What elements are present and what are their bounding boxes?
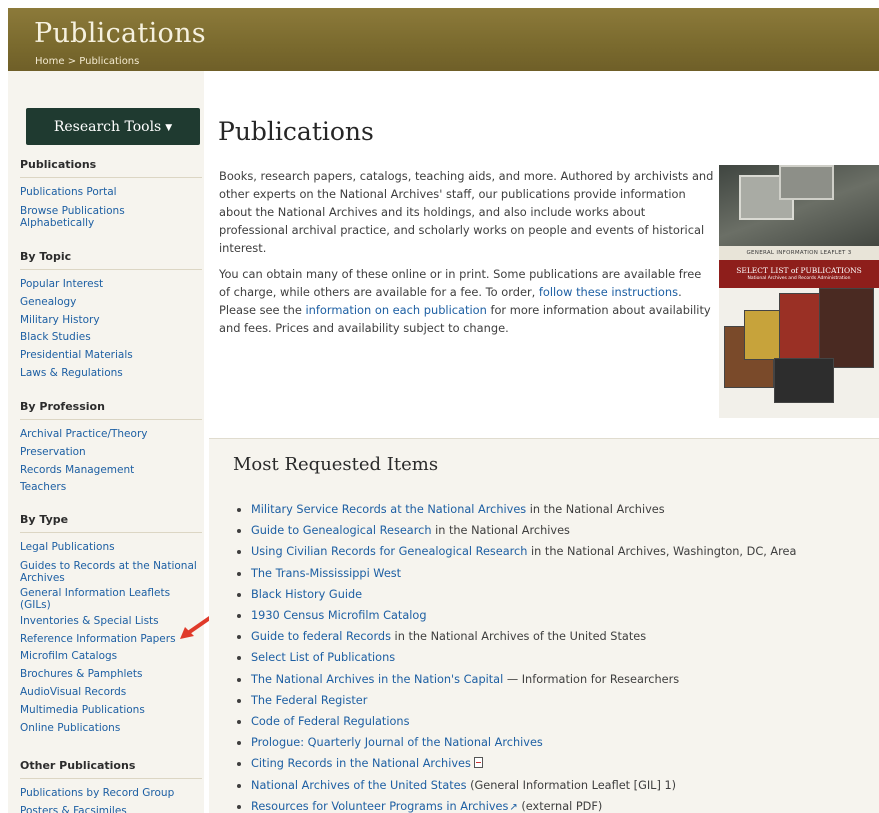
most-requested-link[interactable]: Prologue: Quarterly Journal of the Natio… xyxy=(251,736,543,749)
caret-down-icon: ▼ xyxy=(165,122,173,133)
sidebar-section-by-profession: By Profession Archival Practice/Theory P… xyxy=(20,400,202,497)
sidebar-heading: By Profession xyxy=(20,400,202,420)
select-list-banner: SELECT LIST of PUBLICATIONS National Arc… xyxy=(719,260,879,288)
list-item-text: in the National Archives xyxy=(526,503,665,516)
sidebar-link[interactable]: Laws & Regulations xyxy=(20,365,202,383)
research-tools-label: Research Tools xyxy=(53,118,162,135)
external-link-icon: ↗ xyxy=(509,801,518,813)
sidebar-link[interactable]: Microfilm Catalogs xyxy=(20,648,202,666)
sidebar-link[interactable]: General Information Leaflets (GILs) xyxy=(20,587,180,611)
sidebar-link[interactable]: Posters & Facsimiles xyxy=(20,803,202,813)
sidebar-section-other: Other Publications Publications by Recor… xyxy=(20,759,202,813)
list-item-text: — Information for Researchers xyxy=(503,672,680,686)
list-item-text: in the National Archives xyxy=(431,524,570,538)
sidebar-link[interactable]: Popular Interest xyxy=(20,276,202,294)
list-item: Guide to federal Records in the National… xyxy=(236,626,876,647)
sidebar-link[interactable]: Genealogy xyxy=(20,294,202,312)
list-item: The Federal Register xyxy=(236,690,876,711)
most-requested-link[interactable]: Black History Guide xyxy=(251,588,362,601)
sidebar-heading: Other Publications xyxy=(20,759,202,779)
sidebar-section-by-topic: By Topic Popular Interest Genealogy Mili… xyxy=(20,250,202,383)
most-requested-link[interactable]: The Federal Register xyxy=(251,694,367,707)
sidebar-link[interactable]: Military History xyxy=(20,312,202,330)
sidebar-link[interactable]: Online Publications xyxy=(20,720,202,738)
book-cover xyxy=(774,358,834,403)
most-requested-link[interactable]: Citing Records in the National Archives xyxy=(251,757,471,770)
sidebar-link[interactable]: Publications by Record Group xyxy=(20,785,202,803)
most-requested-link[interactable]: Military Service Records at the National… xyxy=(251,503,526,516)
sidebar-link[interactable]: AudioVisual Records xyxy=(20,684,202,702)
sidebar-link[interactable]: Records Management xyxy=(20,462,202,480)
list-item: Black History Guide xyxy=(236,584,876,605)
sidebar-link[interactable]: Brochures & Pamphlets xyxy=(20,666,202,684)
sidebar-section-publications: Publications Publications Portal Browse … xyxy=(20,158,202,231)
sidebar-heading: Publications xyxy=(20,158,202,178)
list-item: Select List of Publications xyxy=(236,647,876,668)
page-banner: Publications Home > Publications xyxy=(8,8,879,71)
sidebar-link[interactable]: Multimedia Publications xyxy=(20,702,202,720)
select-list-cover-image[interactable]: GENERAL INFORMATION LEAFLET 3 SELECT LIS… xyxy=(719,165,879,288)
most-requested-link[interactable]: The Trans-Mississippi West xyxy=(251,567,401,580)
most-requested-panel: Most Requested Items Military Service Re… xyxy=(209,438,879,813)
gil-label: GENERAL INFORMATION LEAFLET 3 xyxy=(719,246,879,260)
order-instructions-link[interactable]: follow these instructions xyxy=(539,285,678,299)
sidebar-link[interactable]: Black Studies xyxy=(20,329,202,347)
sidebar-link[interactable]: Presidential Materials xyxy=(20,347,202,365)
list-item: Prologue: Quarterly Journal of the Natio… xyxy=(236,732,876,753)
most-requested-link[interactable]: 1930 Census Microfilm Catalog xyxy=(251,609,427,622)
list-item: The Trans-Mississippi West xyxy=(236,563,876,584)
sidebar-link[interactable]: Teachers xyxy=(20,479,202,497)
sidebar-heading: By Type xyxy=(20,513,202,533)
select-list-subtitle: National Archives and Records Administra… xyxy=(747,276,851,281)
most-requested-link[interactable]: National Archives of the United States xyxy=(251,779,467,792)
sidebar-link[interactable]: Guides to Records at the National Archiv… xyxy=(20,560,202,584)
list-item: The National Archives in the Nation's Ca… xyxy=(236,669,876,690)
cover-photo xyxy=(779,165,834,200)
list-item: Citing Records in the National Archives xyxy=(236,753,876,774)
most-requested-link[interactable]: Select List of Publications xyxy=(251,651,395,664)
intro-text: Books, research papers, catalogs, teachi… xyxy=(219,167,715,345)
most-requested-link[interactable]: Resources for Volunteer Programs in Arch… xyxy=(251,800,508,813)
publications-books-image[interactable] xyxy=(719,288,879,418)
sidebar-link[interactable]: Legal Publications xyxy=(20,539,202,557)
most-requested-title: Most Requested Items xyxy=(233,454,439,475)
intro-paragraph-2: You can obtain many of these online or i… xyxy=(219,265,715,337)
sidebar: Research Tools ▼ Publications Publicatio… xyxy=(8,71,204,813)
most-requested-link[interactable]: The National Archives in the Nation's Ca… xyxy=(251,673,503,686)
list-item: Code of Federal Regulations xyxy=(236,711,876,732)
sidebar-section-by-type: By Type Legal Publications Guides to Rec… xyxy=(20,513,202,737)
most-requested-link[interactable]: Code of Federal Regulations xyxy=(251,715,409,728)
most-requested-link[interactable]: Guide to federal Records xyxy=(251,630,391,643)
research-tools-button[interactable]: Research Tools ▼ xyxy=(26,108,200,145)
list-item: National Archives of the United States (… xyxy=(236,775,876,796)
banner-title: Publications xyxy=(34,18,206,49)
list-item-text: (General Information Leaflet [GIL] 1) xyxy=(466,778,677,792)
list-item: 1930 Census Microfilm Catalog xyxy=(236,605,876,626)
page-title: Publications xyxy=(218,117,374,146)
most-requested-link[interactable]: Using Civilian Records for Genealogical … xyxy=(251,545,527,558)
list-item: Military Service Records at the National… xyxy=(236,499,876,520)
sidebar-link[interactable]: Browse Publications Alphabetically xyxy=(20,205,140,229)
book-cover xyxy=(744,310,782,360)
most-requested-link[interactable]: Guide to Genealogical Research xyxy=(251,524,431,537)
breadcrumb[interactable]: Home > Publications xyxy=(35,56,139,67)
most-requested-list: Military Service Records at the National… xyxy=(236,499,876,813)
book-cover xyxy=(819,288,874,368)
sidebar-link[interactable]: Publications Portal xyxy=(20,184,202,202)
list-item: Guide to Genealogical Research in the Na… xyxy=(236,520,876,541)
list-item-text: (external PDF) xyxy=(517,799,603,813)
sidebar-link[interactable]: Archival Practice/Theory xyxy=(20,426,202,444)
sidebar-link[interactable]: Inventories & Special Lists xyxy=(20,613,202,631)
select-list-title: SELECT LIST of PUBLICATIONS xyxy=(736,266,862,275)
list-item-text: in the National Archives, Washington, DC… xyxy=(527,545,797,559)
sidebar-heading: By Topic xyxy=(20,250,202,270)
intro-paragraph-1: Books, research papers, catalogs, teachi… xyxy=(219,169,714,255)
list-item: Resources for Volunteer Programs in Arch… xyxy=(236,796,876,813)
sidebar-link-reference-information-papers[interactable]: Reference Information Papers xyxy=(20,631,202,649)
list-item-text: in the National Archives of the United S… xyxy=(390,630,647,644)
list-item: Using Civilian Records for Genealogical … xyxy=(236,541,876,562)
pdf-icon xyxy=(473,757,483,769)
publication-info-link[interactable]: information on each publication xyxy=(305,303,486,317)
sidebar-link[interactable]: Preservation xyxy=(20,444,202,462)
